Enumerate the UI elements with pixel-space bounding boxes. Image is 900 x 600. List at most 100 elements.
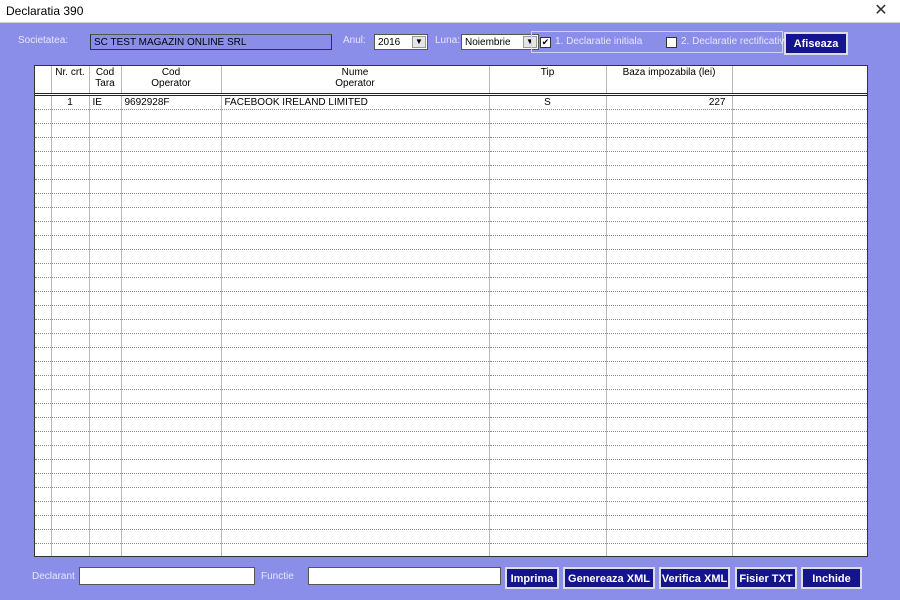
table-cell[interactable]: [489, 403, 607, 418]
table-cell[interactable]: [51, 487, 90, 502]
table-row[interactable]: [35, 179, 867, 194]
table-cell[interactable]: [221, 151, 490, 166]
table-cell[interactable]: [606, 179, 733, 194]
table-cell[interactable]: [489, 333, 607, 348]
table-cell[interactable]: [221, 263, 490, 278]
table-cell[interactable]: [89, 235, 122, 250]
table-cell[interactable]: [221, 333, 490, 348]
table-cell[interactable]: [121, 123, 222, 138]
table-cell[interactable]: [732, 123, 867, 138]
table-cell[interactable]: [489, 137, 607, 152]
table-cell[interactable]: [606, 291, 733, 306]
table-row[interactable]: [35, 543, 867, 556]
table-cell[interactable]: [121, 207, 222, 222]
table-cell[interactable]: [121, 235, 222, 250]
table-cell[interactable]: [51, 151, 90, 166]
table-row[interactable]: [35, 291, 867, 306]
table-row[interactable]: [35, 515, 867, 530]
table-cell[interactable]: [221, 347, 490, 362]
table-cell[interactable]: [732, 165, 867, 180]
table-cell[interactable]: [89, 193, 122, 208]
table-row[interactable]: [35, 501, 867, 516]
table-cell[interactable]: [89, 361, 122, 376]
table-cell[interactable]: [51, 179, 90, 194]
row-selector[interactable]: [35, 543, 52, 556]
table-cell[interactable]: [606, 445, 733, 460]
table-cell[interactable]: [121, 193, 222, 208]
table-cell[interactable]: [489, 431, 607, 446]
table-cell[interactable]: [89, 515, 122, 530]
cell-extra[interactable]: [732, 94, 867, 110]
table-cell[interactable]: [489, 221, 607, 236]
cell-operator-code[interactable]: 9692928F: [121, 94, 222, 110]
table-cell[interactable]: [606, 207, 733, 222]
table-cell[interactable]: [51, 347, 90, 362]
table-cell[interactable]: [89, 207, 122, 222]
table-cell[interactable]: [221, 221, 490, 236]
table-row[interactable]: [35, 417, 867, 432]
table-cell[interactable]: [606, 123, 733, 138]
row-selector[interactable]: [35, 459, 52, 474]
table-row[interactable]: [35, 193, 867, 208]
table-cell[interactable]: [221, 277, 490, 292]
table-cell[interactable]: [221, 459, 490, 474]
table-row[interactable]: [35, 529, 867, 544]
table-cell[interactable]: [89, 459, 122, 474]
table-cell[interactable]: [51, 123, 90, 138]
table-cell[interactable]: [732, 515, 867, 530]
table-cell[interactable]: [732, 305, 867, 320]
table-cell[interactable]: [489, 109, 607, 124]
row-selector[interactable]: [35, 137, 52, 152]
row-selector[interactable]: [35, 221, 52, 236]
table-cell[interactable]: [221, 515, 490, 530]
table-cell[interactable]: [732, 487, 867, 502]
table-cell[interactable]: [89, 375, 122, 390]
table-cell[interactable]: [221, 473, 490, 488]
table-row[interactable]: [35, 361, 867, 376]
row-selector[interactable]: [35, 263, 52, 278]
table-cell[interactable]: [89, 389, 122, 404]
table-cell[interactable]: [221, 529, 490, 544]
table-cell[interactable]: [121, 221, 222, 236]
table-row[interactable]: [35, 333, 867, 348]
table-cell[interactable]: [489, 193, 607, 208]
table-cell[interactable]: [606, 235, 733, 250]
table-cell[interactable]: [489, 249, 607, 264]
column-header-country[interactable]: Cod Tara: [89, 66, 122, 96]
table-cell[interactable]: [89, 543, 122, 556]
table-cell[interactable]: [121, 333, 222, 348]
row-selector[interactable]: [35, 94, 52, 110]
row-selector[interactable]: [35, 123, 52, 138]
table-cell[interactable]: [732, 389, 867, 404]
table-cell[interactable]: [89, 291, 122, 306]
row-selector[interactable]: [35, 445, 52, 460]
chevron-down-icon[interactable]: ▼: [412, 36, 426, 48]
initial-declaration-checkbox[interactable]: ✔: [540, 37, 551, 48]
table-cell[interactable]: [121, 445, 222, 460]
table-cell[interactable]: [732, 151, 867, 166]
table-cell[interactable]: [221, 109, 490, 124]
cell-tax-base[interactable]: 227: [606, 94, 733, 110]
table-cell[interactable]: [606, 473, 733, 488]
table-cell[interactable]: [606, 543, 733, 556]
table-cell[interactable]: [89, 123, 122, 138]
table-cell[interactable]: [89, 151, 122, 166]
table-cell[interactable]: [489, 235, 607, 250]
row-selector[interactable]: [35, 347, 52, 362]
table-cell[interactable]: [606, 403, 733, 418]
table-cell[interactable]: [489, 305, 607, 320]
table-cell[interactable]: [89, 249, 122, 264]
table-cell[interactable]: [732, 361, 867, 376]
table-cell[interactable]: [89, 445, 122, 460]
table-cell[interactable]: [121, 375, 222, 390]
table-cell[interactable]: [732, 347, 867, 362]
table-cell[interactable]: [89, 501, 122, 516]
table-cell[interactable]: [51, 361, 90, 376]
table-cell[interactable]: [489, 291, 607, 306]
table-cell[interactable]: [89, 179, 122, 194]
table-cell[interactable]: [221, 501, 490, 516]
table-cell[interactable]: [51, 333, 90, 348]
table-row[interactable]: [35, 445, 867, 460]
table-cell[interactable]: [51, 249, 90, 264]
table-cell[interactable]: [221, 305, 490, 320]
